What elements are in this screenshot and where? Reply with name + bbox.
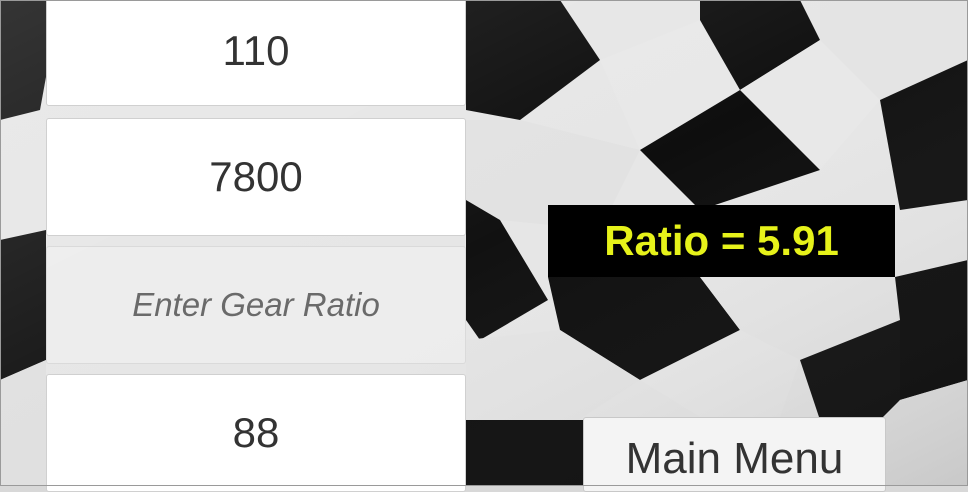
gear-ratio-input[interactable]: Enter Gear Ratio: [46, 246, 466, 364]
field-2[interactable]: 7800: [46, 118, 466, 236]
ratio-result-label: Ratio = 5.91: [548, 205, 895, 277]
main-menu-button[interactable]: Main Menu: [583, 417, 886, 492]
field-1[interactable]: 110: [46, 0, 466, 106]
field-4[interactable]: 88: [46, 374, 466, 492]
